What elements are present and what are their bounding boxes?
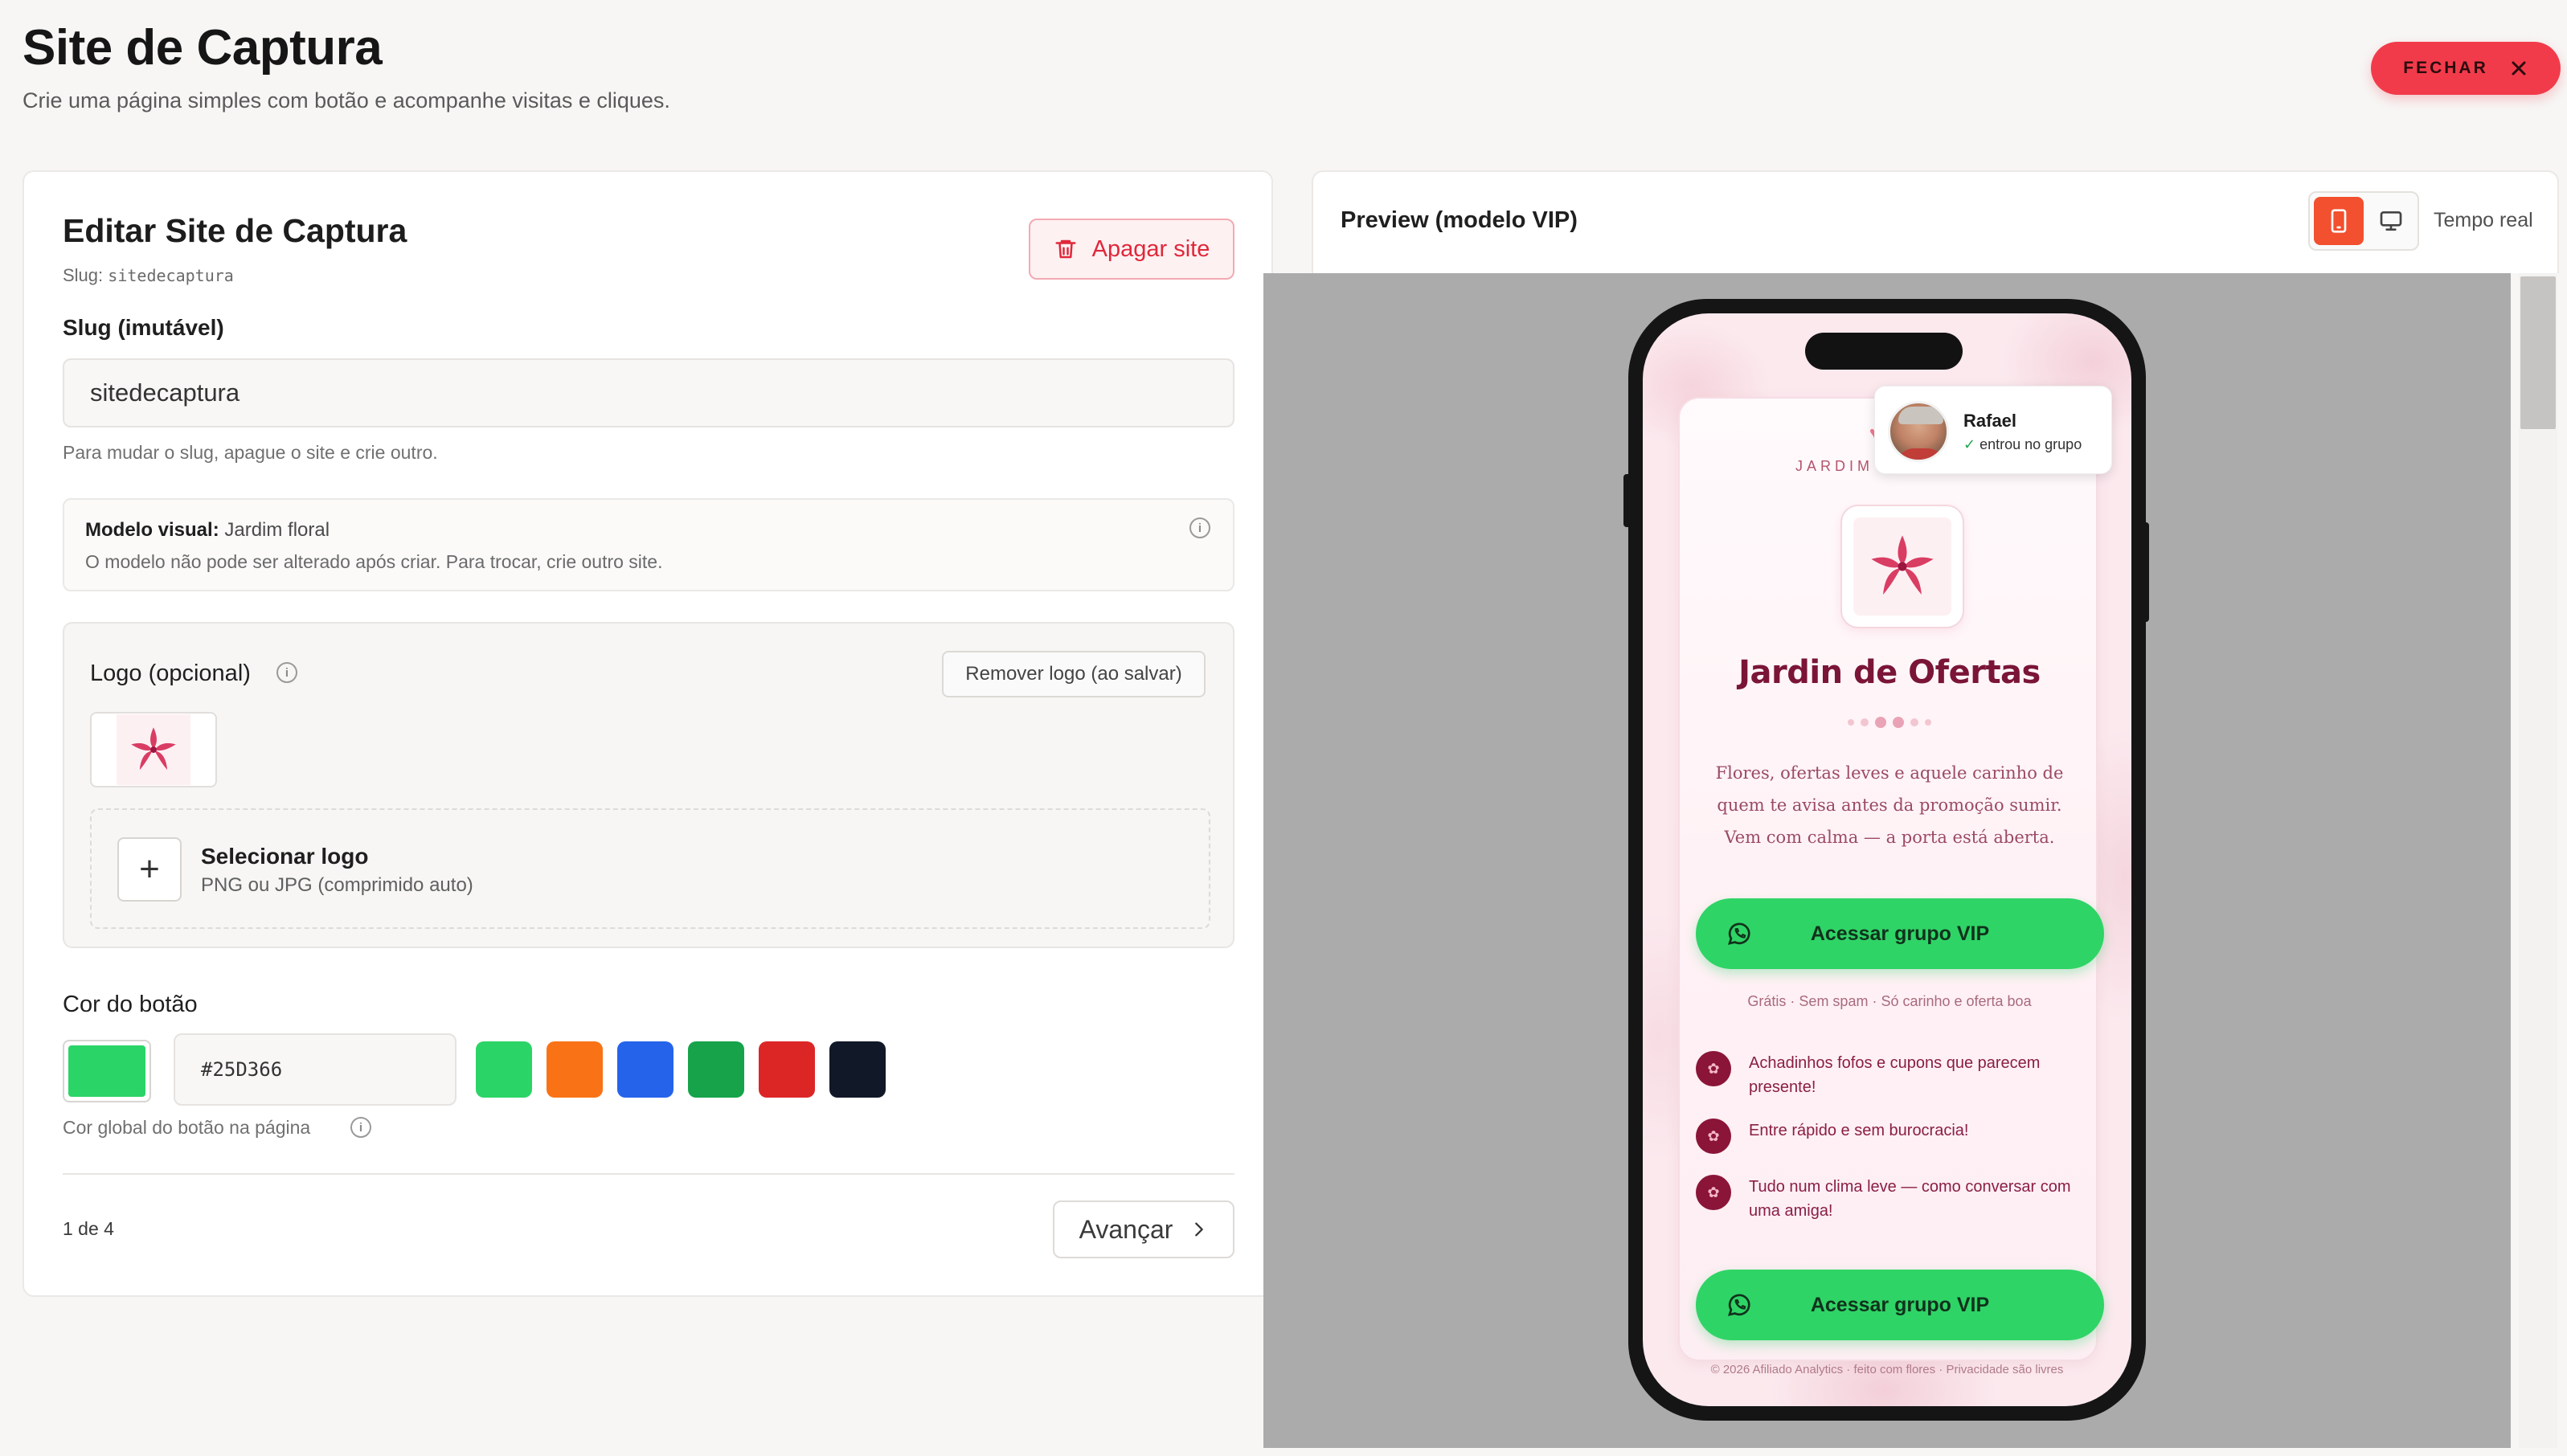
landing-description: Flores, ofertas leves e aquele carinho d… xyxy=(1715,763,2064,847)
cta-label-bottom: Acessar grupo VIP xyxy=(1810,1293,1990,1316)
desktop-view-button[interactable] xyxy=(2366,197,2416,245)
toast-status: ✓ entrou no grupo xyxy=(1963,436,2082,453)
model-note: O modelo não pode ser alterado após cria… xyxy=(85,551,663,572)
swatch-red[interactable] xyxy=(759,1041,815,1098)
view-toggle xyxy=(2308,191,2419,251)
delete-site-button[interactable]: Apagar site xyxy=(1029,219,1234,280)
model-info-box: Modelo visual: Jardim floral O modelo nã… xyxy=(63,498,1234,591)
landing-card: ♥ JARDIM D Jardin xyxy=(1678,397,2104,1361)
slug-help: Para mudar o slug, apague o site e crie … xyxy=(63,442,438,463)
landing-title: Jardin de Ofertas xyxy=(1738,654,2041,691)
divider xyxy=(63,1173,1234,1175)
plus-icon[interactable]: + xyxy=(117,837,182,902)
join-notification: Rafael ✓ entrou no grupo xyxy=(1874,386,2112,474)
editor-slug-line: Slug: sitedecaptura xyxy=(63,265,234,286)
cta-button-bottom[interactable]: Acessar grupo VIP xyxy=(1696,1270,2104,1340)
select-logo-sub: PNG ou JPG (comprimido auto) xyxy=(201,874,473,896)
logo-dropzone[interactable]: + Selecionar logo PNG ou JPG (comprimido… xyxy=(90,808,1210,929)
slug-field-label: Slug (imutável) xyxy=(63,315,224,340)
close-icon xyxy=(2512,61,2526,76)
landing-dots xyxy=(1680,717,2099,728)
step-indicator: 1 de 4 xyxy=(63,1218,114,1239)
swatch-blue[interactable] xyxy=(617,1041,673,1098)
slug-prefix: Slug: xyxy=(63,265,104,285)
color-picker[interactable] xyxy=(63,1040,151,1102)
smartphone-icon xyxy=(2331,209,2347,233)
editor-card: Editar Site de Captura Slug: sitedecaptu… xyxy=(23,170,1273,1297)
toast-status-text: entrou no grupo xyxy=(1979,436,2082,452)
phone-screen: ♥ JARDIM D Jardin xyxy=(1643,313,2131,1406)
trash-icon xyxy=(1055,239,1076,259)
model-line: Modelo visual: Jardim floral xyxy=(85,519,330,542)
avatar xyxy=(1888,401,1949,462)
info-icon[interactable]: i xyxy=(1189,517,1210,538)
swatch-black[interactable] xyxy=(829,1041,886,1098)
logo-title: Logo (opcional) xyxy=(90,661,251,686)
delete-site-label: Apagar site xyxy=(1091,235,1210,262)
benefit-text: Achadinhos fofos e cupons que parecem pr… xyxy=(1749,1054,2041,1096)
page-subtitle: Crie uma página simples com botão e acom… xyxy=(23,88,670,112)
slug-value: sitedecaptura xyxy=(108,266,234,285)
logo-section: Logo (opcional) i Remover logo (ao salva… xyxy=(63,622,1234,948)
button-color-help: Cor global do botão na página xyxy=(63,1117,311,1138)
phone-notch xyxy=(1805,333,1963,370)
chevron-right-icon xyxy=(1195,1222,1204,1237)
flower-logo-icon xyxy=(1871,535,1934,595)
swatch-green[interactable] xyxy=(476,1041,532,1098)
cta-button-top[interactable]: Acessar grupo VIP xyxy=(1696,898,2104,969)
close-button[interactable]: FECHAR xyxy=(2371,42,2561,95)
flower-logo-icon xyxy=(131,727,176,771)
select-logo-title: Selecionar logo xyxy=(201,844,369,869)
model-label: Modelo visual: xyxy=(85,519,219,541)
flower-bullet-icon: ✿ xyxy=(1696,1051,1731,1086)
benefit-text: Entre rápido e sem burocracia! xyxy=(1749,1122,1969,1139)
slug-input[interactable]: sitedecaptura xyxy=(63,358,1234,427)
whatsapp-icon xyxy=(1727,922,1750,945)
editor-title: Editar Site de Captura xyxy=(63,212,407,249)
preview-scrollbar[interactable] xyxy=(2519,273,2557,1448)
whatsapp-icon xyxy=(1727,1294,1750,1316)
landing-footer: © 2026 Afiliado Analytics · feito com fl… xyxy=(1710,1363,2064,1376)
logo-info-icon[interactable]: i xyxy=(276,662,297,683)
logo-thumbnail xyxy=(90,712,217,787)
landing-note: Grátis · Sem spam · Só carinho e oferta … xyxy=(1747,993,2032,1009)
next-button-label: Avançar xyxy=(1079,1214,1173,1244)
close-button-label: FECHAR xyxy=(2403,59,2488,77)
check-icon: ✓ xyxy=(1963,436,1976,452)
monitor-icon xyxy=(2380,211,2402,231)
toast-name: Rafael xyxy=(1963,411,2017,431)
flower-bullet-icon: ✿ xyxy=(1696,1119,1731,1154)
benefit-text: Tudo num clima leve — como conversar com… xyxy=(1749,1178,2071,1220)
remove-logo-button[interactable]: Remover logo (ao salvar) xyxy=(942,651,1206,697)
model-value: Jardim floral xyxy=(224,519,330,541)
page-title: Site de Captura xyxy=(23,20,383,76)
flower-bullet-icon: ✿ xyxy=(1696,1175,1731,1210)
hex-color-input[interactable]: #25D366 xyxy=(174,1033,456,1106)
landing-logo xyxy=(1840,505,1964,628)
color-info-icon[interactable]: i xyxy=(350,1117,371,1138)
next-button[interactable]: Avançar xyxy=(1053,1200,1234,1258)
current-color-swatch xyxy=(68,1045,145,1097)
mobile-view-button[interactable] xyxy=(2314,197,2364,245)
button-color-label: Cor do botão xyxy=(63,992,198,1017)
preview-title: Preview (modelo VIP) xyxy=(1341,207,1578,233)
preview-scrollbar-thumb[interactable] xyxy=(2520,276,2556,429)
realtime-label: Tempo real xyxy=(2434,209,2533,231)
cta-label-top: Acessar grupo VIP xyxy=(1810,922,1990,945)
preview-header: Preview (modelo VIP) Tempo real xyxy=(1312,170,2559,273)
swatch-dark-green[interactable] xyxy=(688,1041,744,1098)
swatch-orange[interactable] xyxy=(547,1041,603,1098)
